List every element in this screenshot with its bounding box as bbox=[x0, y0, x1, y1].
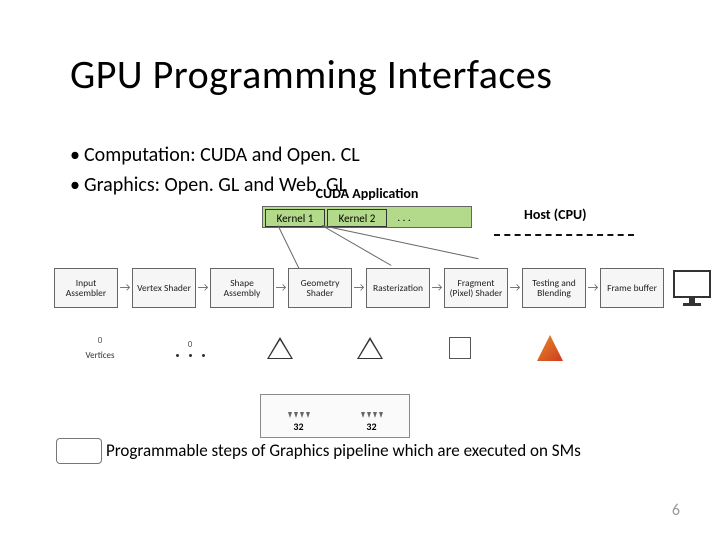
kernel-box: Kernel 2 bbox=[327, 209, 387, 227]
cuda-application-block: CUDA Application Kernel 1 Kernel 2 . . . bbox=[262, 185, 472, 228]
sm-count: 32 bbox=[366, 420, 376, 433]
threads-icon bbox=[361, 412, 383, 418]
page-number: 6 bbox=[672, 501, 680, 520]
arrow-right-icon: → bbox=[354, 283, 364, 293]
triangle-illustration bbox=[250, 320, 310, 376]
pipeline-stage-rasterization: Rasterization bbox=[366, 268, 430, 308]
kernel-box: Kernel 1 bbox=[265, 209, 325, 227]
diagram-line bbox=[322, 225, 479, 259]
triangle-illustration-2 bbox=[340, 320, 400, 376]
axis-zero: 0 bbox=[188, 339, 193, 350]
monitor-icon bbox=[672, 270, 712, 306]
points-illustration: 0 bbox=[160, 320, 220, 376]
vertices-illustration: 0 Vertices bbox=[70, 320, 130, 376]
cuda-application-label: CUDA Application bbox=[262, 185, 472, 202]
host-divider-line bbox=[494, 234, 634, 236]
bullet-item: • Computation: CUDA and Open. CL bbox=[70, 140, 360, 170]
bullet-text: Computation: CUDA and Open. CL bbox=[84, 140, 360, 170]
arrow-right-icon: → bbox=[120, 283, 130, 293]
arrow-right-icon: → bbox=[510, 283, 520, 293]
pipeline-stage-frame-buffer: Frame buffer bbox=[600, 268, 664, 308]
arrow-right-icon: → bbox=[276, 283, 286, 293]
sm-unit: 32 bbox=[340, 399, 403, 433]
sm-block: 32 32 bbox=[260, 394, 410, 438]
pipeline-stage-input-assembler: Input Assembler bbox=[54, 268, 118, 308]
slide-title: GPU Programming Interfaces bbox=[70, 50, 552, 99]
sm-unit: 32 bbox=[267, 399, 330, 433]
triangle-outline-icon bbox=[357, 337, 383, 359]
axis-zero: 0 bbox=[98, 335, 103, 346]
kernel-ellipsis: . . . bbox=[389, 209, 419, 225]
raster-grid-icon bbox=[449, 337, 471, 359]
graphics-pipeline: Input Assembler → Vertex Shader → Shape … bbox=[54, 268, 712, 308]
arrow-right-icon: → bbox=[588, 283, 598, 293]
diagram-line bbox=[278, 225, 301, 270]
pipeline-illustration-row: 0 Vertices 0 bbox=[70, 320, 580, 376]
bullet-dot-icon: • bbox=[70, 170, 84, 200]
arrow-right-icon: → bbox=[432, 283, 442, 293]
sm-count: 32 bbox=[293, 420, 303, 433]
shaded-triangle-icon bbox=[537, 335, 563, 361]
slide: GPU Programming Interfaces • Computation… bbox=[0, 0, 720, 540]
pipeline-stage-shape-assembly: Shape Assembly bbox=[210, 268, 274, 308]
diagram-line bbox=[322, 225, 392, 266]
pipeline-stage-vertex-shader: Vertex Shader bbox=[132, 268, 196, 308]
bullet-dot-icon: • bbox=[70, 140, 84, 170]
triangle-outline-icon bbox=[267, 337, 293, 359]
raster-illustration bbox=[430, 320, 490, 376]
caption-text: Programmable steps of Graphics pipeline … bbox=[106, 440, 581, 461]
kernel-row: Kernel 1 Kernel 2 . . . bbox=[262, 206, 472, 228]
legend-swatch bbox=[56, 438, 102, 464]
pipeline-stage-geometry-shader: Geometry Shader bbox=[288, 268, 352, 308]
shaded-fragment-illustration bbox=[520, 320, 580, 376]
vertices-label: Vertices bbox=[85, 350, 114, 361]
pipeline-stage-fragment-shader: Fragment (Pixel) Shader bbox=[444, 268, 508, 308]
arrow-right-icon: → bbox=[198, 283, 208, 293]
threads-icon bbox=[288, 412, 310, 418]
point-set-icon bbox=[176, 354, 205, 357]
host-cpu-label: Host (CPU) bbox=[524, 206, 587, 223]
pipeline-stage-testing-blending: Testing and Blending bbox=[522, 268, 586, 308]
